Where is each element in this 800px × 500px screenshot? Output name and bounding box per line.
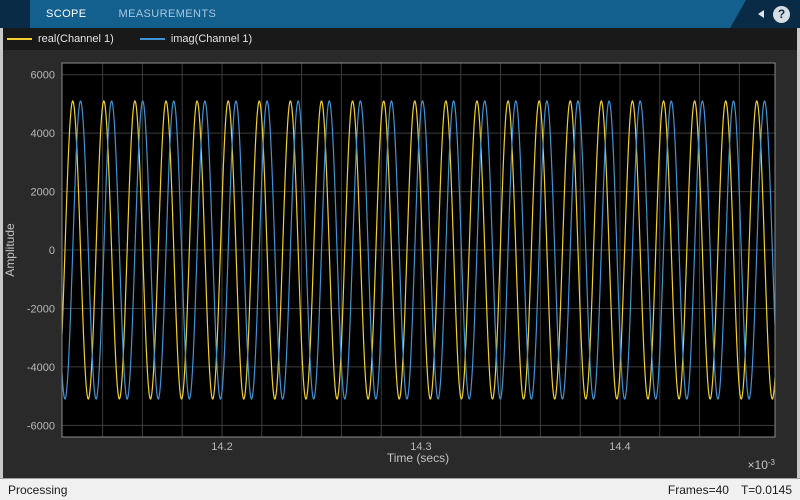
tab-scope-label: SCOPE [46,8,87,20]
real-line-swatch [7,38,32,40]
legend-item-real[interactable]: real(Channel 1) [7,33,114,45]
x-axis-label: Time (secs) [387,451,449,465]
y-tick-label: -2000 [27,303,55,315]
status-processing-text: Processing [8,483,67,497]
help-button[interactable]: ? [773,6,790,23]
x-axis-multiplier: ×10-3 [748,458,776,472]
collapse-arrow-icon[interactable] [758,10,764,18]
axes-region: 14.214.314.46000400020000-2000-4000-6000 [27,63,775,453]
status-right-group: Frames=40 T=0.0145 [668,483,792,497]
y-tick-label: -6000 [27,420,55,432]
figure-content: real(Channel 1) imag(Channel 1) 14.214.3… [0,28,800,478]
plot-area: 14.214.314.46000400020000-2000-4000-6000… [3,50,797,478]
y-axis-label: Amplitude [3,223,17,277]
x-tick-label: 14.4 [609,441,630,453]
legend-item-imag[interactable]: imag(Channel 1) [140,33,252,45]
y-tick-label: -4000 [27,362,55,374]
scope-plot[interactable]: 14.214.314.46000400020000-2000-4000-6000… [3,50,797,478]
status-time: T=0.0145 [741,483,792,497]
legend-label-real: real(Channel 1) [38,33,114,45]
app-corner [0,0,30,28]
tab-scope[interactable]: SCOPE [30,0,103,28]
legend: real(Channel 1) imag(Channel 1) [3,28,797,50]
tab-measurements-label: MEASUREMENTS [119,8,217,20]
y-tick-label: 0 [49,245,55,257]
status-bar: Processing Frames=40 T=0.0145 [0,478,800,500]
imag-line-swatch [140,38,165,40]
tab-measurements[interactable]: MEASUREMENTS [103,0,233,28]
scope-window: SCOPE MEASUREMENTS ? real(Channel 1) ima… [0,0,800,500]
y-tick-label: 2000 [31,187,55,199]
help-area: ? [730,0,800,28]
x-tick-label: 14.2 [211,441,232,453]
toolstrip: SCOPE MEASUREMENTS ? [0,0,800,28]
legend-label-imag: imag(Channel 1) [171,33,252,45]
status-frames: Frames=40 [668,483,729,497]
y-tick-label: 4000 [31,128,55,140]
y-tick-label: 6000 [31,70,55,82]
